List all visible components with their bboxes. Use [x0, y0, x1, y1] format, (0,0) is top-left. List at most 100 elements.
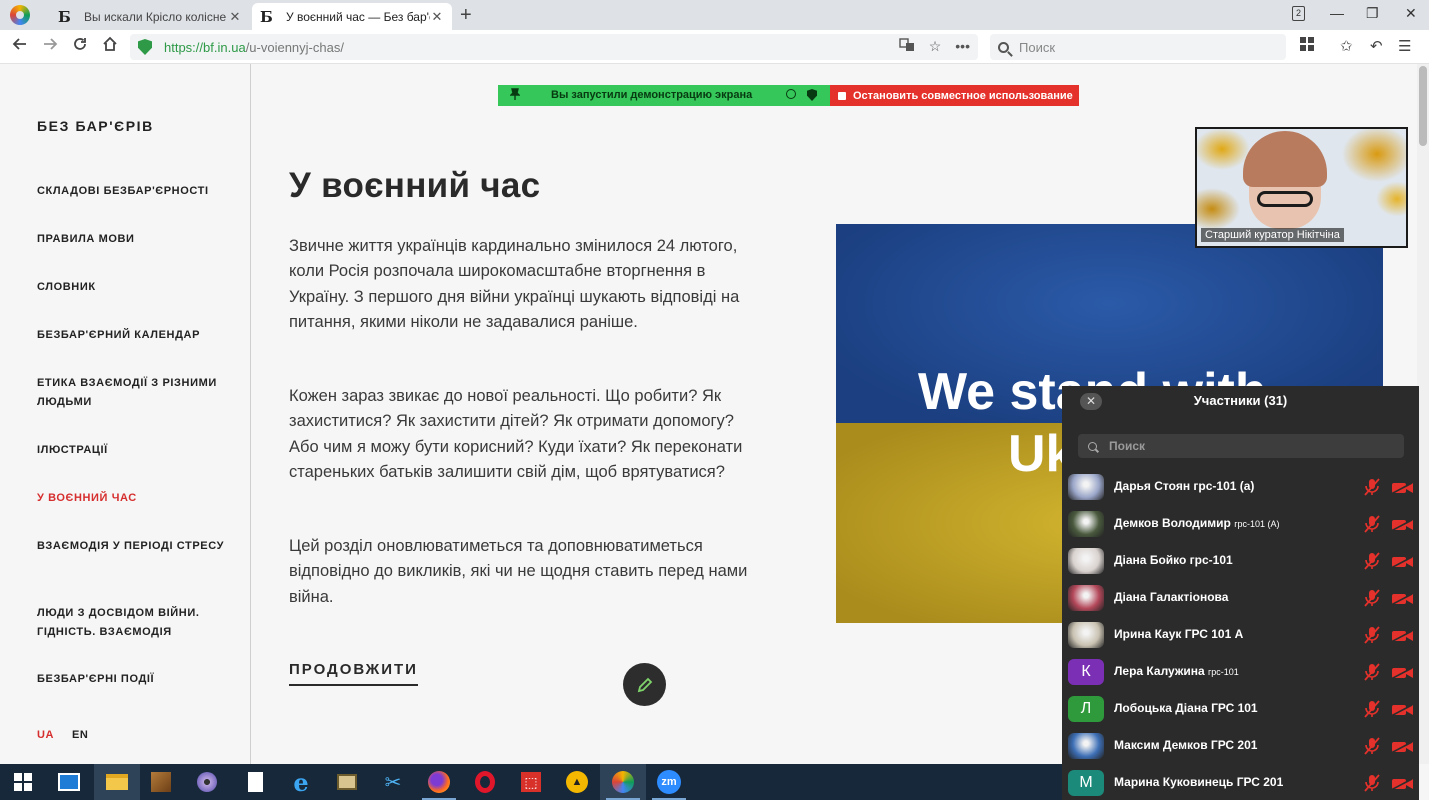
- muted-mic-icon[interactable]: [1364, 478, 1380, 496]
- translate-icon[interactable]: [899, 38, 915, 55]
- browser-logo-icon[interactable]: [10, 5, 30, 25]
- reload-button[interactable]: [72, 36, 88, 57]
- search-field[interactable]: Поиск: [990, 34, 1286, 60]
- muted-mic-icon[interactable]: [1364, 552, 1380, 570]
- snipping-tool-icon[interactable]: ✂: [370, 764, 416, 800]
- participant-name-text: Максим Демков ГРС 201: [1114, 738, 1258, 752]
- media-disc-icon[interactable]: [184, 764, 230, 800]
- lang-en-link[interactable]: EN: [72, 729, 88, 741]
- video-off-icon[interactable]: [1392, 518, 1414, 531]
- zoom-icon[interactable]: zm: [646, 764, 692, 800]
- winrar-icon[interactable]: [138, 764, 184, 800]
- pin-icon[interactable]: [509, 88, 521, 103]
- participants-search-input[interactable]: Поиск: [1078, 434, 1404, 458]
- scrollbar-thumb[interactable]: [1419, 66, 1427, 146]
- sidebar-item-war-experience[interactable]: ЛЮДИ З ДОСВІДОМ ВІЙНИ. ГІДНІСТЬ. ВЗАЄМОД…: [37, 604, 227, 642]
- security-shield-icon[interactable]: [807, 89, 817, 101]
- participant-row[interactable]: Л Лобоцька Діана ГРС 101: [1062, 694, 1419, 724]
- participant-row[interactable]: К Лера Калужина грс-101: [1062, 657, 1419, 687]
- participant-row[interactable]: Діана Бойко грс-101: [1062, 546, 1419, 576]
- windows-start-icon[interactable]: [0, 764, 46, 800]
- participant-row[interactable]: Демков Володимир грс-101 (А): [1062, 509, 1419, 539]
- video-off-icon[interactable]: [1392, 592, 1414, 605]
- edge-icon[interactable]: e: [278, 764, 324, 800]
- sidebar-item-stress[interactable]: ВЗАЄМОДІЯ У ПЕРІОДІ СТРЕСУ: [37, 537, 227, 556]
- firefox-icon[interactable]: [416, 764, 462, 800]
- bookmark-star-icon[interactable]: ☆: [929, 38, 942, 55]
- participant-row[interactable]: М Марина Куковинець ГРС 201: [1062, 768, 1419, 798]
- muted-mic-icon[interactable]: [1364, 700, 1380, 718]
- video-tile[interactable]: Старший куратор Нікітчіна: [1195, 127, 1408, 248]
- lang-ua-link[interactable]: UA: [37, 729, 54, 741]
- tab-bar: Б Вы искали Крісло колісне — ✕ Б У воєнн…: [0, 0, 1429, 30]
- muted-mic-icon[interactable]: [1364, 737, 1380, 755]
- participant-name: Демков Володимир грс-101 (А): [1114, 516, 1280, 530]
- sidebar-item-illustrations[interactable]: ІЛЮСТРАЦІЇ: [37, 441, 227, 460]
- file-explorer-icon[interactable]: [94, 764, 140, 800]
- avatar: Л: [1068, 696, 1104, 722]
- sidebar-item-wartime[interactable]: У ВОЄННИЙ ЧАС: [37, 489, 227, 508]
- sidebar-item-dictionary[interactable]: СЛОВНИК: [37, 278, 227, 297]
- browser-icon[interactable]: [600, 764, 646, 800]
- opera-icon[interactable]: [462, 764, 508, 800]
- home-button[interactable]: [102, 36, 118, 57]
- video-participant-name: Старший куратор Нікітчіна: [1201, 228, 1344, 242]
- new-tab-button[interactable]: +: [460, 4, 472, 27]
- sidebar-item-events[interactable]: БЕЗБАР'ЄРНІ ПОДІЇ: [37, 670, 227, 689]
- participant-row[interactable]: Дарья Стоян грс-101 (а): [1062, 472, 1419, 502]
- stop-share-button[interactable]: Остановить совместное использование: [830, 85, 1079, 106]
- sidebar-item-calendar[interactable]: БЕЗБАР'ЄРНИЙ КАЛЕНДАР: [37, 326, 227, 345]
- forward-button[interactable]: [42, 36, 58, 57]
- video-off-icon[interactable]: [1392, 481, 1414, 494]
- video-off-icon[interactable]: [1392, 777, 1414, 790]
- update-paragraph: Цей розділ оновлюватиметься та доповнюва…: [289, 537, 748, 606]
- tab-count-badge[interactable]: 2: [1292, 6, 1305, 21]
- pdf-icon[interactable]: ⬚: [508, 764, 554, 800]
- document-icon[interactable]: [232, 764, 278, 800]
- video-off-icon[interactable]: [1392, 629, 1414, 642]
- app-triangle-icon[interactable]: ▲: [554, 764, 600, 800]
- restore-button[interactable]: ❐: [1366, 5, 1379, 22]
- close-tab-icon[interactable]: ✕: [228, 9, 242, 25]
- tab-active-page[interactable]: Б У воєнний час — Без бар'єр ✕: [252, 3, 452, 30]
- video-off-icon[interactable]: [1392, 740, 1414, 753]
- participants-title: Участники (31): [1193, 393, 1288, 408]
- favorites-icon[interactable]: ✩: [1340, 37, 1353, 55]
- more-options-icon[interactable]: •••: [955, 38, 970, 55]
- address-bar[interactable]: https:// bf.in.ua /u-voiennyj-chas/ ☆ ••…: [130, 34, 978, 60]
- store-icon[interactable]: [46, 764, 92, 800]
- back-button[interactable]: [12, 36, 28, 57]
- muted-mic-icon[interactable]: [1364, 663, 1380, 681]
- participants-search-placeholder: Поиск: [1109, 439, 1146, 453]
- participant-name-text: Лера Калужина: [1114, 664, 1205, 678]
- muted-mic-icon[interactable]: [1364, 626, 1380, 644]
- history-undo-icon[interactable]: ↶: [1370, 37, 1383, 55]
- participant-row[interactable]: Ирина Каук ГРС 101 А: [1062, 620, 1419, 650]
- sidebar-item-language-rules[interactable]: ПРАВИЛА МОВИ: [37, 230, 227, 249]
- participant-name: Лобоцька Діана ГРС 101: [1114, 701, 1258, 715]
- participant-name-text: Демков Володимир: [1114, 516, 1231, 530]
- video-off-icon[interactable]: [1392, 703, 1414, 716]
- site-logo[interactable]: БЕЗ БАР'ЄРІВ: [37, 118, 154, 134]
- participant-name: Марина Куковинець ГРС 201: [1114, 775, 1283, 789]
- video-off-icon[interactable]: [1392, 555, 1414, 568]
- apps-grid-icon[interactable]: [1300, 37, 1314, 55]
- close-tab-icon[interactable]: ✕: [430, 9, 444, 25]
- photo-viewer-icon[interactable]: [324, 764, 370, 800]
- participant-row[interactable]: Максим Демков ГРС 201: [1062, 731, 1419, 761]
- muted-mic-icon[interactable]: [1364, 515, 1380, 533]
- annotate-pencil-button[interactable]: [623, 663, 666, 706]
- sidebar-item-ethics[interactable]: ЕТИКА ВЗАЄМОДІЇ З РІЗНИМИ ЛЮДЬМИ: [37, 374, 227, 412]
- tab-search-results[interactable]: Б Вы искали Крісло колісне — ✕: [50, 3, 250, 30]
- sidebar-item-components[interactable]: СКЛАДОВІ БЕЗБАР'ЄРНОСТІ: [37, 182, 227, 201]
- info-icon[interactable]: [786, 89, 796, 99]
- muted-mic-icon[interactable]: [1364, 774, 1380, 792]
- site-sidebar: БЕЗ БАР'ЄРІВ СКЛАДОВІ БЕЗБАР'ЄРНОСТІ ПРА…: [0, 64, 251, 764]
- video-off-icon[interactable]: [1392, 666, 1414, 679]
- muted-mic-icon[interactable]: [1364, 589, 1380, 607]
- continue-link[interactable]: ПРОДОВЖИТИ: [289, 661, 418, 686]
- participant-row[interactable]: Діана Галактіонова: [1062, 583, 1419, 613]
- menu-hamburger-icon[interactable]: ☰: [1398, 37, 1411, 55]
- minimize-button[interactable]: —: [1330, 5, 1344, 21]
- close-window-button[interactable]: ✕: [1405, 5, 1417, 22]
